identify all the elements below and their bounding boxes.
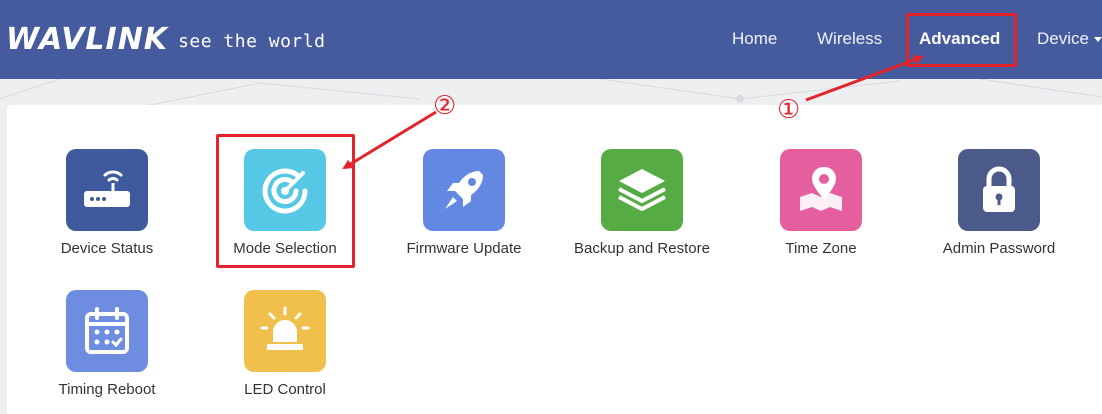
map-pin-icon bbox=[780, 149, 862, 231]
rocket-icon bbox=[423, 149, 505, 231]
wavlink-logo[interactable]: WAVLINK see the world bbox=[6, 22, 325, 58]
tile-firmware-update[interactable]: Firmware Update bbox=[374, 149, 554, 257]
layers-icon bbox=[601, 149, 683, 231]
top-header: WAVLINK see the world Home Wireless Adva… bbox=[0, 0, 1102, 79]
advanced-panel: Device Status Mode Selection Firmware Up… bbox=[7, 105, 1102, 414]
tile-label: Firmware Update bbox=[406, 240, 522, 257]
tile-admin-password[interactable]: Admin Password bbox=[909, 149, 1089, 257]
tile-label: Backup and Restore bbox=[574, 240, 710, 257]
tile-mode-selection[interactable]: Mode Selection bbox=[195, 149, 375, 257]
tile-label: Time Zone bbox=[785, 240, 857, 257]
background-node bbox=[736, 95, 744, 103]
tile-led-control[interactable]: LED Control bbox=[195, 290, 375, 398]
tile-timing-reboot[interactable]: Timing Reboot bbox=[17, 290, 197, 398]
tile-label: Timing Reboot bbox=[58, 381, 156, 398]
warning-light-icon bbox=[244, 290, 326, 372]
tile-label: Mode Selection bbox=[233, 240, 337, 257]
lock-icon bbox=[958, 149, 1040, 231]
background-pattern bbox=[0, 79, 1102, 105]
logo-wordmark: WAVLINK bbox=[6, 22, 169, 57]
tile-backup-restore[interactable]: Backup and Restore bbox=[552, 149, 732, 257]
tile-time-zone[interactable]: Time Zone bbox=[731, 149, 911, 257]
radar-icon bbox=[244, 149, 326, 231]
nav-device-label: Device bbox=[1037, 29, 1089, 48]
tile-device-status[interactable]: Device Status bbox=[17, 149, 197, 257]
nav-home[interactable]: Home bbox=[732, 29, 777, 49]
chevron-down-icon bbox=[1093, 37, 1102, 43]
nav-device[interactable]: Device bbox=[1037, 29, 1102, 49]
nav-wireless[interactable]: Wireless bbox=[817, 29, 882, 49]
calendar-icon bbox=[66, 290, 148, 372]
tile-label: LED Control bbox=[244, 381, 326, 398]
tile-label: Device Status bbox=[60, 240, 154, 257]
nav-advanced[interactable]: Advanced bbox=[919, 29, 1000, 49]
router-icon bbox=[66, 149, 148, 231]
logo-tagline: see the world bbox=[178, 31, 326, 52]
tile-label: Admin Password bbox=[942, 240, 1056, 257]
